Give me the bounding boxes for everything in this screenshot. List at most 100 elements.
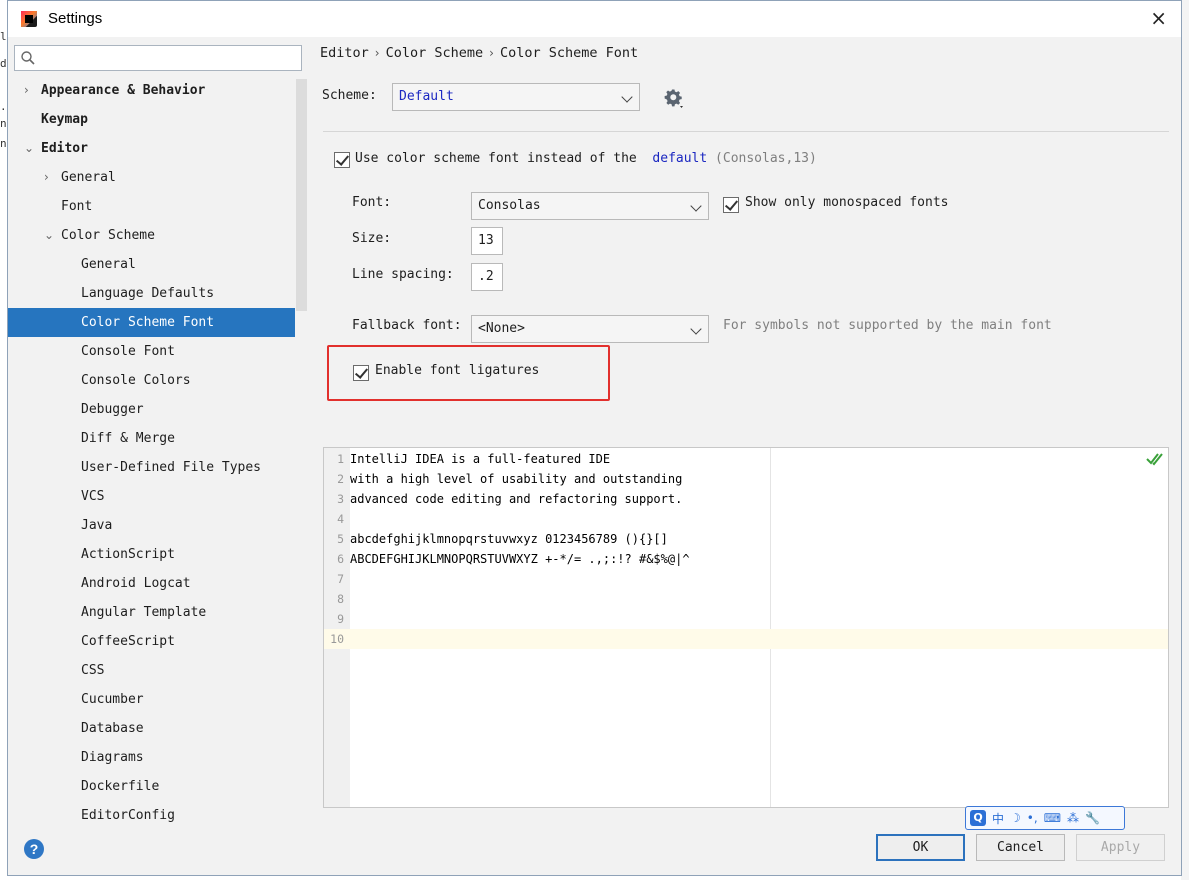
- sidebar-item-color-scheme-font[interactable]: Color Scheme Font: [8, 308, 295, 337]
- code-line: 9: [324, 609, 1168, 629]
- breadcrumb-item-color-scheme: Color Scheme: [385, 45, 484, 61]
- sidebar-item-label: General: [81, 257, 136, 272]
- apply-button[interactable]: Apply: [1076, 834, 1165, 861]
- sidebar-item-label: Editor: [41, 141, 88, 156]
- sidebar-item-label: Java: [81, 518, 113, 533]
- fallback-font-hint: For symbols not supported by the main fo…: [723, 318, 1052, 333]
- sidebar-item-label: ActionScript: [81, 547, 175, 562]
- sidebar-item-angular-template[interactable]: Angular Template: [8, 598, 295, 627]
- sidebar-item-coffeescript[interactable]: CoffeeScript: [8, 627, 295, 656]
- line-spacing-value: .2: [478, 269, 494, 284]
- use-scheme-font-text: Use color scheme font instead of the: [355, 151, 637, 166]
- sidebar-item-user-defined-file-types[interactable]: User-Defined File Types: [8, 453, 295, 482]
- sidebar-item-keymap[interactable]: Keymap: [8, 105, 295, 134]
- ime-chinese-mode[interactable]: 中: [992, 810, 1004, 827]
- cancel-button[interactable]: Cancel: [976, 834, 1065, 861]
- sidebar-scrollbar[interactable]: [296, 79, 307, 311]
- ime-punctuation-icon[interactable]: •,: [1027, 811, 1038, 825]
- use-scheme-font-label: Use color scheme font instead of the def…: [355, 151, 817, 166]
- sidebar-item-label: VCS: [81, 489, 105, 504]
- code-text: abcdefghijklmnopqrstuvwxyz 0123456789 ()…: [350, 532, 668, 546]
- sidebar-item-diagrams[interactable]: Diagrams: [8, 743, 295, 772]
- background-window-edge-right: [1181, 0, 1189, 880]
- sidebar-item-label: Database: [81, 721, 144, 736]
- font-select[interactable]: Consolas: [471, 192, 709, 220]
- chevron-down-icon: [690, 200, 702, 212]
- sidebar-item-label: Keymap: [41, 112, 88, 127]
- sidebar-item-debugger[interactable]: Debugger: [8, 395, 295, 424]
- line-number: 3: [337, 492, 344, 506]
- sidebar-item-vcs[interactable]: VCS: [8, 482, 295, 511]
- sidebar-item-label: Language Defaults: [81, 286, 215, 301]
- font-label: Font:: [352, 195, 392, 210]
- font-value: Consolas: [478, 198, 541, 213]
- chevron-right-icon[interactable]: ›: [24, 76, 29, 105]
- breadcrumb-item-color-scheme-font: Color Scheme Font: [499, 45, 639, 61]
- chevron-right-icon[interactable]: ›: [44, 163, 49, 192]
- line-number: 1: [337, 452, 344, 466]
- sidebar-item-appearance-behavior[interactable]: › Appearance & Behavior: [8, 76, 295, 105]
- enable-ligatures-checkbox[interactable]: [353, 365, 369, 381]
- sidebar-item-general[interactable]: General: [8, 250, 295, 279]
- chevron-down-icon: [621, 91, 633, 103]
- scheme-select[interactable]: Default: [392, 83, 640, 111]
- chevron-down-icon[interactable]: ⌄: [44, 221, 54, 250]
- sidebar-item-android-logcat[interactable]: Android Logcat: [8, 569, 295, 598]
- sidebar-item-label: Android Logcat: [81, 576, 191, 591]
- close-icon[interactable]: ×: [1150, 6, 1167, 30]
- line-spacing-input[interactable]: .2: [471, 263, 503, 291]
- sidebar-item-editor[interactable]: ⌄ Editor: [8, 134, 295, 163]
- sidebar-item-dockerfile[interactable]: Dockerfile: [8, 772, 295, 801]
- sidebar-item-color-scheme[interactable]: ⌄ Color Scheme: [8, 221, 295, 250]
- sidebar-item-database[interactable]: Database: [8, 714, 295, 743]
- use-scheme-font-checkbox[interactable]: [334, 152, 350, 168]
- code-line: 2 with a high level of usability and outs…: [324, 469, 1168, 489]
- size-input[interactable]: 13: [471, 227, 503, 255]
- enable-ligatures-label: Enable font ligatures: [375, 363, 540, 378]
- line-number: 9: [337, 612, 344, 626]
- default-font-link[interactable]: default: [652, 151, 707, 166]
- sidebar-item-label: Appearance & Behavior: [41, 83, 206, 98]
- line-number: 8: [337, 592, 344, 606]
- scheme-label: Scheme:: [322, 88, 377, 103]
- sidebar-item-label: Console Colors: [81, 373, 191, 388]
- monospaced-only-checkbox[interactable]: [723, 197, 739, 213]
- code-line: 10: [324, 629, 1168, 649]
- ok-button[interactable]: OK: [876, 834, 965, 861]
- line-number: 7: [337, 572, 344, 586]
- monospaced-only-label: Show only monospaced fonts: [745, 195, 949, 210]
- input-method-toolbar[interactable]: Q 中 ☽ •, ⌨ ⁂ 🔧: [965, 806, 1125, 830]
- gear-icon[interactable]: [663, 87, 687, 111]
- ime-logo-icon[interactable]: Q: [970, 810, 986, 826]
- help-button[interactable]: ?: [24, 839, 44, 859]
- sidebar-item-label: Debugger: [81, 402, 144, 417]
- settings-search-input[interactable]: [14, 45, 302, 71]
- sidebar-item-label: Console Font: [81, 344, 175, 359]
- ime-tools-icon[interactable]: ⁂: [1067, 811, 1079, 825]
- sidebar-item-actionscript[interactable]: ActionScript: [8, 540, 295, 569]
- fallback-font-label: Fallback font:: [352, 318, 462, 333]
- ime-moon-icon[interactable]: ☽: [1010, 811, 1021, 825]
- chevron-down-icon: [690, 323, 702, 335]
- line-number: 6: [337, 552, 344, 566]
- code-line: 7: [324, 569, 1168, 589]
- sidebar-item-editorconfig[interactable]: EditorConfig: [8, 801, 295, 823]
- sidebar-item-java[interactable]: Java: [8, 511, 295, 540]
- sidebar-item-console-colors[interactable]: Console Colors: [8, 366, 295, 395]
- code-text: with a high level of usability and outst…: [350, 472, 683, 486]
- fallback-font-select[interactable]: <None>: [471, 315, 709, 343]
- sidebar-item-diff-merge[interactable]: Diff & Merge: [8, 424, 295, 453]
- ime-wrench-icon[interactable]: 🔧: [1085, 811, 1100, 825]
- font-preview-editor[interactable]: 1 IntelliJ IDEA is a full-featured IDE 2 wi…: [323, 447, 1169, 808]
- sidebar-item-language-defaults[interactable]: Language Defaults: [8, 279, 295, 308]
- sidebar-item-label: Cucumber: [81, 692, 144, 707]
- code-line: 1 IntelliJ IDEA is a full-featured IDE: [324, 449, 1168, 469]
- sidebar-item-css[interactable]: CSS: [8, 656, 295, 685]
- ime-keyboard-icon[interactable]: ⌨: [1044, 811, 1061, 825]
- sidebar-item-cucumber[interactable]: Cucumber: [8, 685, 295, 714]
- sidebar-item-console-font[interactable]: Console Font: [8, 337, 295, 366]
- sidebar-item-general[interactable]: › General: [8, 163, 295, 192]
- chevron-down-icon[interactable]: ⌄: [24, 134, 34, 163]
- line-number: 10: [330, 632, 344, 646]
- sidebar-item-font[interactable]: Font: [8, 192, 295, 221]
